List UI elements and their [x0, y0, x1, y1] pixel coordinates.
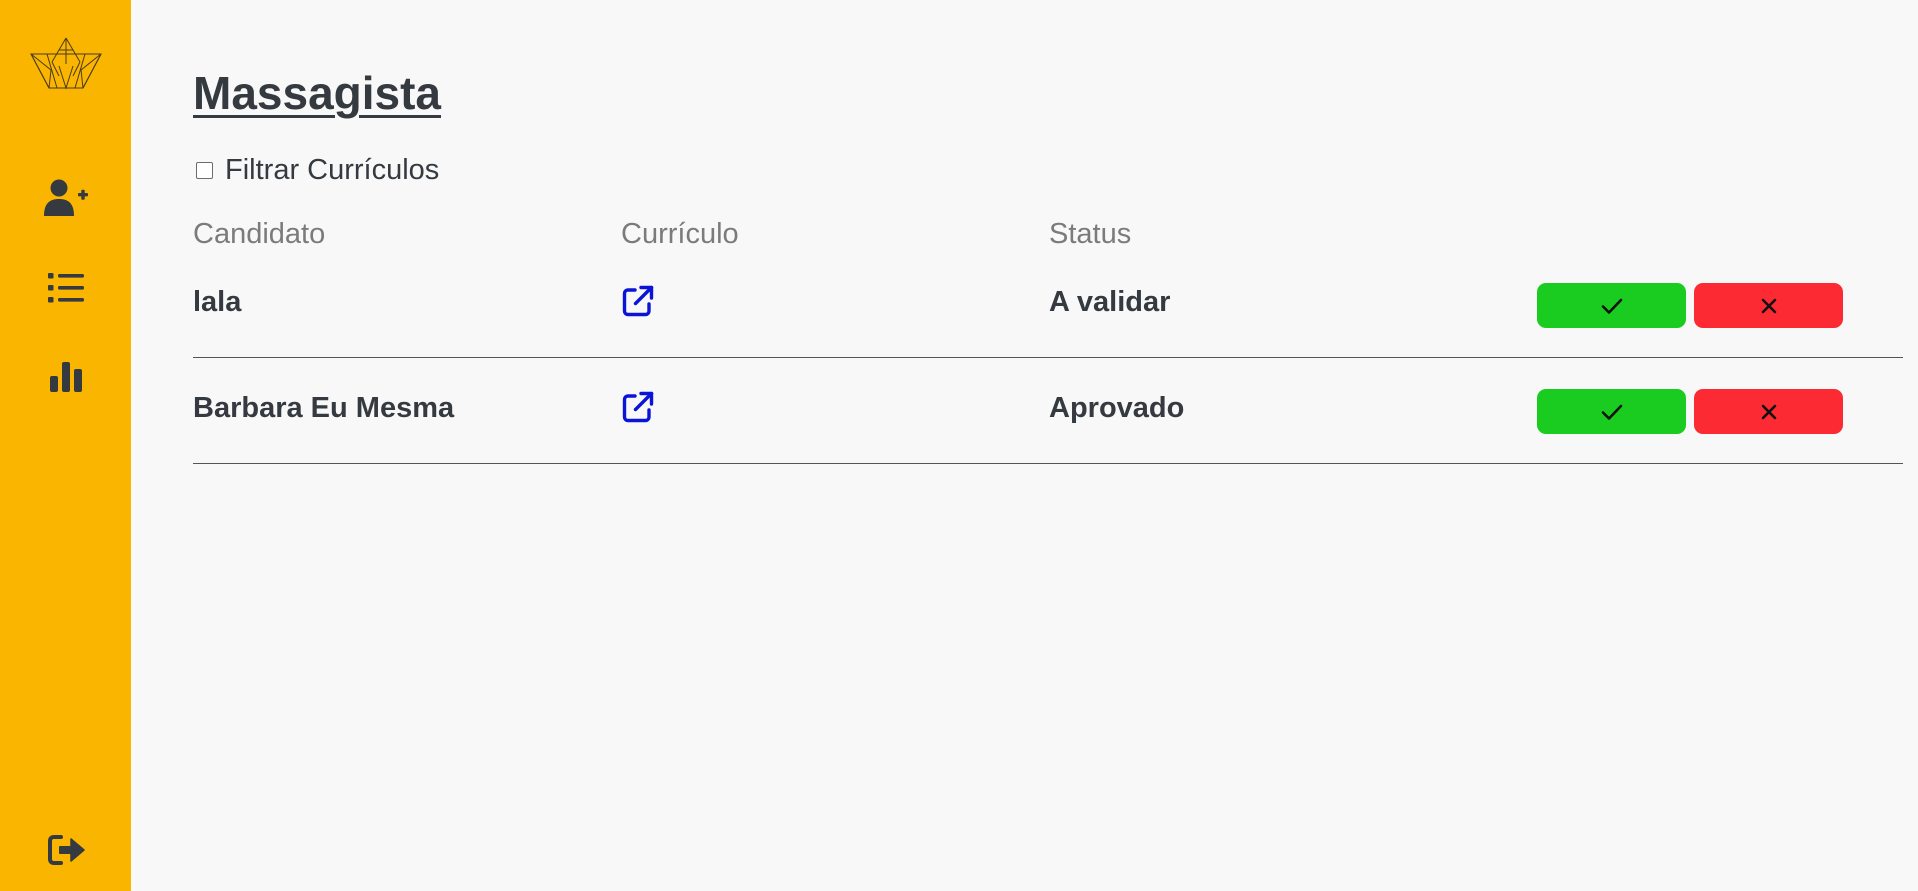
origami-logo-icon	[0, 34, 131, 94]
close-icon	[1761, 298, 1776, 313]
candidate-name: Barbara Eu Mesma	[193, 392, 455, 424]
candidate-name: lala	[193, 286, 242, 318]
table-row: Barbara Eu Mesma Aprovado	[193, 358, 1903, 464]
table-row: lala A validar	[193, 252, 1903, 358]
status-text: Aprovado	[1049, 392, 1185, 424]
approve-button[interactable]	[1537, 283, 1686, 328]
column-header-status: Status	[1049, 218, 1132, 250]
close-icon	[1761, 404, 1776, 419]
column-header-resume: Currículo	[621, 218, 739, 250]
sidebar	[0, 0, 131, 891]
filter-resumes-toggle[interactable]: Filtrar Currículos	[193, 154, 439, 187]
sign-out-icon[interactable]	[0, 826, 131, 874]
reject-button[interactable]	[1694, 389, 1843, 434]
approve-button[interactable]	[1537, 389, 1686, 434]
filter-checkbox[interactable]	[196, 162, 213, 179]
check-icon	[1601, 298, 1622, 314]
column-header-candidate: Candidato	[193, 218, 326, 250]
external-link-icon[interactable]	[621, 390, 655, 424]
list-icon[interactable]	[0, 264, 131, 312]
page-title: Massagista	[193, 67, 442, 119]
filter-label: Filtrar Currículos	[225, 154, 440, 186]
user-plus-icon[interactable]	[0, 174, 131, 222]
reject-button[interactable]	[1694, 283, 1843, 328]
bar-chart-icon[interactable]	[0, 352, 131, 400]
external-link-icon[interactable]	[621, 284, 655, 318]
check-icon	[1601, 404, 1622, 420]
status-text: A validar	[1049, 286, 1171, 318]
